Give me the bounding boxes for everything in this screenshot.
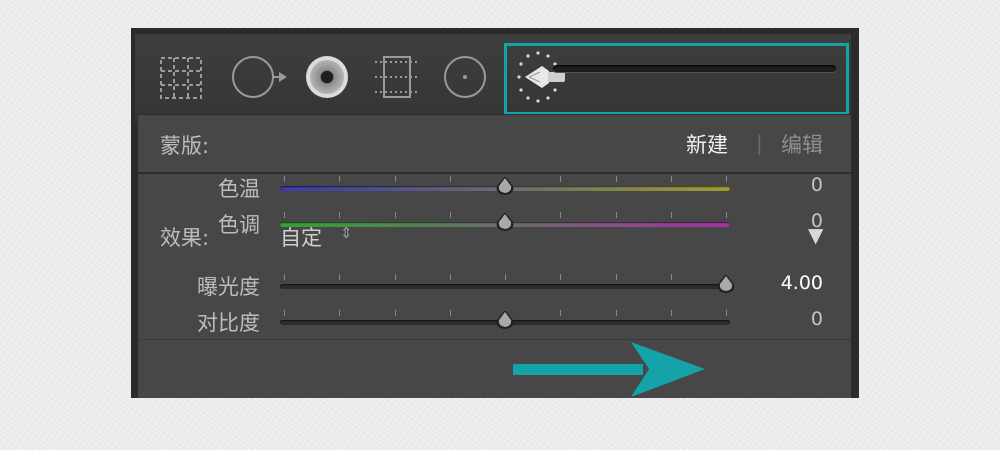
slider-label: 对比度: [197, 311, 260, 335]
slider-tick: [615, 212, 617, 218]
slider-tick: [339, 176, 341, 182]
slider-label: 色调: [218, 213, 260, 237]
slider-tick: [449, 310, 451, 316]
slider-tick: [284, 310, 285, 316]
spot-removal-icon[interactable]: [229, 34, 289, 126]
slider-tick: [394, 274, 396, 280]
slider-tick: [670, 176, 672, 182]
slider-tick: [394, 176, 396, 182]
tool-strip: [135, 34, 851, 122]
slider-tick: [560, 274, 562, 280]
slider-tick: [615, 176, 617, 182]
slider-tick: [339, 274, 341, 280]
slider-label: 色温: [218, 177, 260, 201]
slider-track[interactable]: [280, 284, 730, 289]
slider-thumb[interactable]: [494, 211, 516, 233]
slider-tick: [560, 212, 562, 218]
slider-thumb[interactable]: [494, 175, 516, 197]
slider-tick: [670, 274, 672, 280]
effect-label: 效果:: [160, 226, 210, 250]
slider-label: 曝光度: [197, 275, 260, 299]
graduated-filter-icon[interactable]: [373, 34, 423, 126]
brush-settings: 蒙版: 新建 | 编辑 效果: 自定 ⇕ ▼ 色温 0 色调 0 曝光度 4.00 对比度 0: [137, 114, 852, 398]
slider-tick: [726, 310, 727, 316]
slider-thumb[interactable]: [494, 309, 516, 331]
slider-tick: [449, 274, 451, 280]
slider-tick: [394, 212, 396, 218]
slider-tick: [284, 212, 285, 218]
slider-tick: [339, 310, 341, 316]
slider-tick: [449, 212, 451, 218]
slider-tick: [339, 212, 341, 218]
crop-overlay-icon[interactable]: [155, 34, 207, 126]
slider-tick: [726, 176, 727, 182]
slider-tick: [670, 310, 672, 316]
slider-tick: [560, 310, 562, 316]
slider-value[interactable]: 0: [811, 308, 823, 330]
slider-tick: [284, 176, 285, 182]
annotation-arrow: [513, 342, 705, 397]
slider-tick: [505, 274, 506, 280]
slider-value[interactable]: 0: [811, 210, 823, 232]
slider-tick: [726, 212, 727, 218]
mask-divider: |: [756, 131, 763, 155]
adjustment-brush-icon[interactable]: [509, 34, 565, 126]
radial-filter-icon[interactable]: [441, 34, 491, 126]
edit-mask-button[interactable]: 编辑: [781, 129, 823, 159]
slider-tick: [615, 274, 617, 280]
red-eye-icon[interactable]: [303, 34, 353, 126]
mask-row: 蒙版: 新建 | 编辑: [138, 115, 851, 174]
brush-size-slider[interactable]: [553, 65, 836, 72]
slider-tick: [615, 310, 617, 316]
new-mask-button[interactable]: 新建: [686, 129, 728, 159]
slider-tick: [670, 212, 672, 218]
adjustment-brush-panel: 蒙版: 新建 | 编辑 效果: 自定 ⇕ ▼ 色温 0 色调 0 曝光度 4.00 对比度 0: [131, 28, 859, 398]
mask-label: 蒙版:: [160, 134, 210, 158]
slider-tick: [394, 310, 396, 316]
slider-tick: [284, 274, 285, 280]
slider-tick: [449, 176, 451, 182]
slider-thumb[interactable]: [715, 273, 737, 295]
slider-value[interactable]: 0: [811, 174, 823, 196]
slider-value[interactable]: 4.00: [781, 272, 823, 294]
slider-tick: [560, 176, 562, 182]
section-divider: [138, 339, 851, 340]
